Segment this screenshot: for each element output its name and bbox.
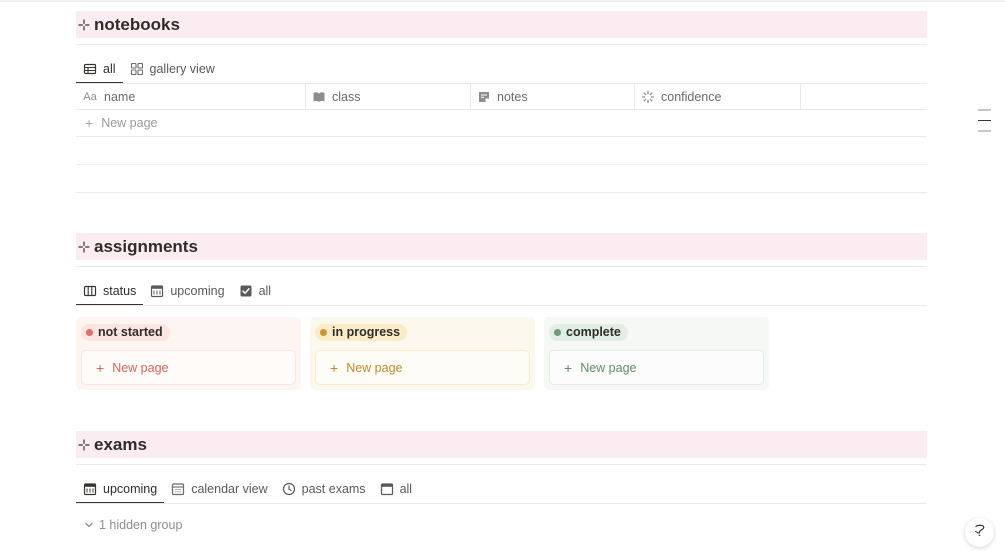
assignments-view-tabs: status upcoming all [76, 277, 279, 306]
plus-icon: + [85, 115, 94, 131]
calendar-view-icon [171, 482, 185, 496]
status-dot [320, 328, 327, 336]
status-dot [86, 328, 93, 336]
board-icon [83, 284, 97, 298]
tab-past-exams[interactable]: past exams [275, 475, 373, 503]
new-page-row[interactable]: + New page [76, 110, 927, 137]
table-of-contents-outline[interactable] [978, 109, 991, 141]
tab-label: past exams [301, 482, 366, 496]
sparkle-icon [78, 18, 90, 31]
status-label: in progress [332, 325, 401, 339]
tab-label: all [103, 62, 116, 76]
sparkle-icon [78, 438, 90, 451]
divider [76, 266, 927, 267]
status-badge[interactable]: complete [549, 323, 628, 341]
calendar-icon [380, 482, 394, 496]
tab-gallery-view[interactable]: gallery view [123, 55, 222, 83]
board-column-not-started: not started + New page [76, 317, 301, 390]
new-page-label: New page [101, 116, 158, 130]
column-label: class [332, 89, 361, 104]
tab-label: all [258, 284, 272, 298]
tab-all[interactable]: all [373, 475, 420, 503]
tab-label: calendar view [191, 482, 268, 496]
new-page-card[interactable]: + New page [81, 350, 296, 385]
status-dot [554, 328, 561, 336]
new-page-label: New page [580, 360, 637, 375]
column-header-empty [801, 84, 927, 109]
plus-icon: + [564, 359, 573, 376]
divider [76, 44, 927, 45]
column-header-class[interactable]: class [306, 84, 471, 109]
calendar-icon [83, 482, 97, 496]
tab-all[interactable]: all [76, 55, 123, 84]
checkbox-icon [239, 284, 253, 298]
hidden-group-toggle[interactable]: 1 hidden group [84, 518, 182, 532]
tab-label: upcoming [103, 482, 158, 496]
tabs-divider [76, 305, 927, 306]
new-page-card[interactable]: + New page [315, 350, 530, 385]
plus-icon: + [96, 359, 105, 376]
toc-line[interactable] [978, 130, 991, 132]
board-column-in-progress: in progress + New page [310, 317, 535, 390]
book-icon [312, 90, 326, 104]
exams-view-tabs: upcoming calendar view past exams all [76, 475, 420, 504]
sparkle-icon [78, 240, 90, 253]
status-badge[interactable]: not started [81, 323, 170, 341]
new-page-card[interactable]: + New page [549, 350, 764, 385]
table-icon [83, 62, 97, 76]
help-button[interactable] [965, 518, 994, 547]
column-header-confidence[interactable]: confidence [635, 84, 801, 109]
column-header-notes[interactable]: notes [471, 84, 635, 109]
hidden-group-label: 1 hidden group [99, 518, 183, 532]
gallery-icon [130, 62, 144, 76]
assignments-title: assignments [94, 236, 198, 256]
column-header-name[interactable]: Aa name [76, 84, 306, 109]
status-badge[interactable]: in progress [315, 323, 408, 341]
empty-row [76, 137, 927, 165]
column-label: confidence [661, 89, 722, 104]
exams-header: exams [76, 431, 927, 458]
toc-line[interactable] [978, 109, 991, 111]
table-header: Aa name class notes confidence [76, 84, 927, 110]
chevron-down-icon [84, 520, 94, 530]
tab-calendar-view[interactable]: calendar view [164, 475, 274, 503]
empty-row [76, 165, 927, 193]
toc-line[interactable] [978, 119, 991, 121]
status-label: not started [98, 325, 163, 339]
tab-status[interactable]: status [76, 277, 144, 306]
tab-upcoming[interactable]: upcoming [76, 475, 165, 504]
tab-all[interactable]: all [232, 277, 279, 305]
tab-upcoming[interactable]: upcoming [143, 277, 231, 305]
tab-label: upcoming [170, 284, 225, 298]
tab-label: gallery view [149, 62, 215, 76]
assignments-header: assignments [76, 233, 927, 260]
top-border [0, 0, 1005, 2]
divider [76, 464, 927, 465]
clock-icon [282, 482, 296, 496]
text-property-icon: Aa [83, 90, 97, 103]
plus-icon: + [330, 359, 339, 376]
exams-title: exams [94, 434, 147, 454]
status-label: complete [566, 325, 621, 339]
tab-label: all [399, 482, 413, 496]
calendar-icon [150, 284, 164, 298]
tab-label: status [103, 284, 137, 298]
status-board: not started + New page in progress + New… [76, 317, 769, 390]
help-icon [972, 522, 988, 543]
notebooks-header: notebooks [76, 11, 927, 38]
notebooks-view-tabs: all gallery view [76, 55, 222, 84]
column-label: name [104, 89, 136, 104]
notebooks-table: Aa name class notes confidence + New pag… [76, 84, 927, 193]
loading-icon [641, 90, 655, 104]
tabs-divider [76, 503, 927, 504]
new-page-label: New page [112, 360, 169, 375]
column-label: notes [497, 89, 528, 104]
notebooks-title: notebooks [94, 14, 180, 34]
board-column-complete: complete + New page [544, 317, 769, 390]
new-page-label: New page [346, 360, 403, 375]
note-icon [477, 90, 491, 104]
